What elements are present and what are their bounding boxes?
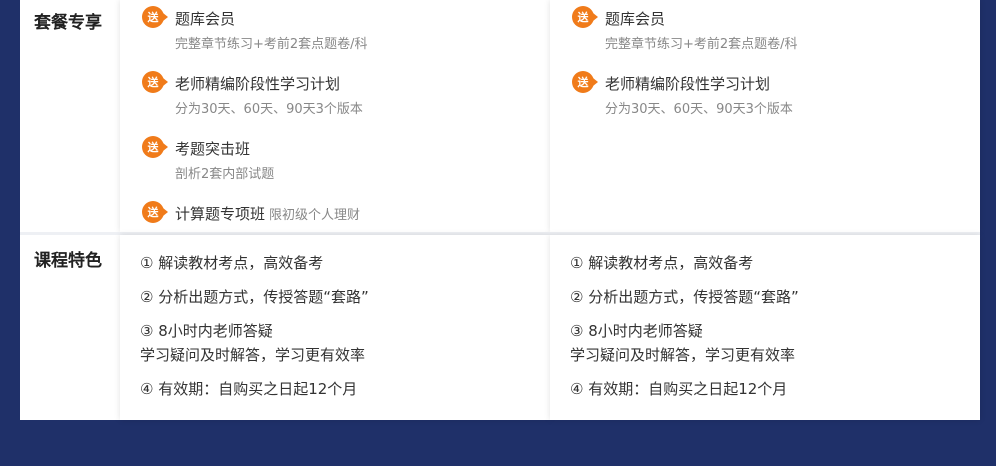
bonus-subtitle: 剖析2套内部试题 <box>175 167 275 182</box>
gift-badge-icon: 送 <box>572 71 598 93</box>
column-1-features: ① 解读教材考点，高效备考 ② 分析出题方式，传授答题“套路” ③ 8小时内老师… <box>120 235 550 420</box>
feature-line: ② 分析出题方式，传授答题“套路” <box>570 288 799 306</box>
feature-line: ① 解读教材考点，高效备考 <box>140 254 324 272</box>
gift-badge-icon: 送 <box>572 6 598 28</box>
row-label-package: 套餐专享 <box>34 13 102 33</box>
bonus-title: 题库会员 <box>175 10 236 28</box>
row-label-features: 课程特色 <box>34 251 102 271</box>
gift-badge-icon: 送 <box>142 136 168 158</box>
bonus-title: 老师精编阶段性学习计划 <box>175 75 341 93</box>
feature-line: ③ 8小时内老师答疑 <box>570 322 703 340</box>
column-2-package: 送 题库会员 完整章节练习+考前2套点题卷/科 送 老师精编阶段性学习计划 分为… <box>550 0 980 232</box>
feature-line: ④ 有效期：自购买之日起12个月 <box>570 380 788 398</box>
feature-line: ① 解读教材考点，高效备考 <box>570 254 754 272</box>
feature-line: ② 分析出题方式，传授答题“套路” <box>140 288 369 306</box>
comparison-panel: 套餐专享 课程特色 送 题库会员 完整章节练习+考前2套点题卷/科 送 老师精编… <box>20 0 980 420</box>
feature-line: ④ 有效期：自购买之日起12个月 <box>140 380 358 398</box>
bonus-title: 题库会员 <box>605 10 666 28</box>
bonus-title-with-note: 计算题专项班 限初级个人理财 <box>175 203 360 224</box>
bonus-subtitle: 完整章节练习+考前2套点题卷/科 <box>605 37 798 52</box>
feature-line: 学习疑问及时解答，学习更有效率 <box>570 346 796 364</box>
gift-badge-icon: 送 <box>142 201 168 223</box>
feature-line: ③ 8小时内老师答疑 <box>140 322 273 340</box>
bonus-title: 计算题专项班 <box>175 205 266 223</box>
bonus-subtitle: 分为30天、60天、90天3个版本 <box>605 102 793 117</box>
gift-badge-icon: 送 <box>142 6 168 28</box>
column-1-package: 送 题库会员 完整章节练习+考前2套点题卷/科 送 老师精编阶段性学习计划 分为… <box>120 0 550 232</box>
bonus-subtitle: 完整章节练习+考前2套点题卷/科 <box>175 37 368 52</box>
bonus-note: 限初级个人理财 <box>269 208 361 223</box>
bonus-title: 考题突击班 <box>175 140 251 158</box>
feature-line: 学习疑问及时解答，学习更有效率 <box>140 346 366 364</box>
gift-badge-icon: 送 <box>142 71 168 93</box>
column-2-features: ① 解读教材考点，高效备考 ② 分析出题方式，传授答题“套路” ③ 8小时内老师… <box>550 235 980 420</box>
bonus-subtitle: 分为30天、60天、90天3个版本 <box>175 102 363 117</box>
bonus-title: 老师精编阶段性学习计划 <box>605 75 771 93</box>
